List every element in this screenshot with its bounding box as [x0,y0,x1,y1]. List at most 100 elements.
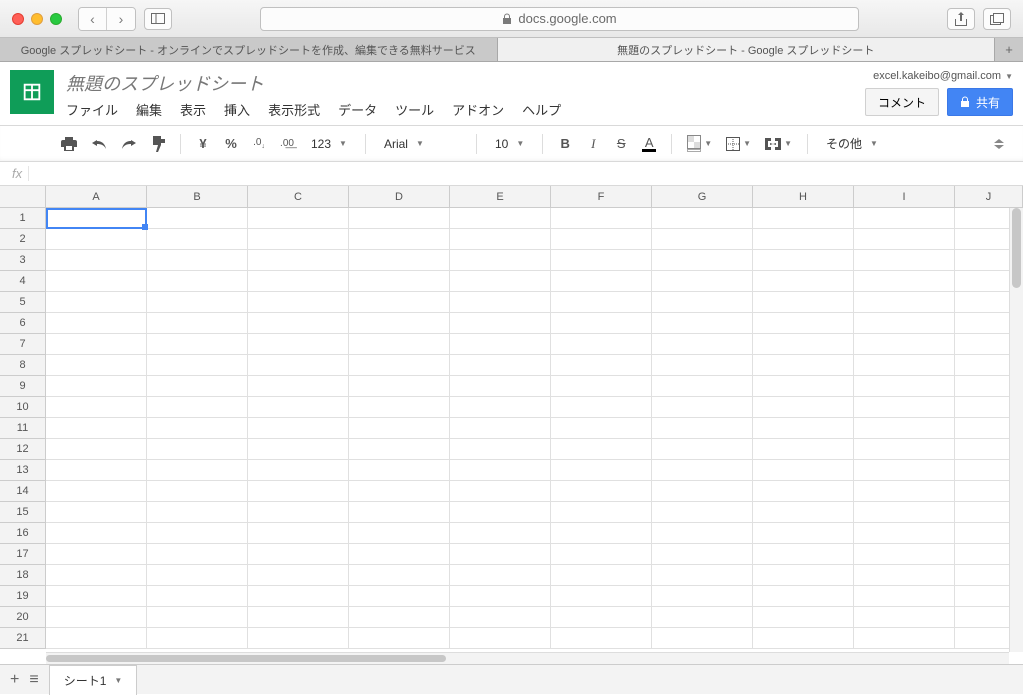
cell-G3[interactable] [652,250,753,271]
column-header-B[interactable]: B [147,186,248,207]
cell-E10[interactable] [450,397,551,418]
cell-I13[interactable] [854,460,955,481]
row-header-12[interactable]: 12 [0,439,46,460]
cell-E17[interactable] [450,544,551,565]
merge-cells-button[interactable]: ▼ [760,131,797,157]
cell-G7[interactable] [652,334,753,355]
new-tab-button[interactable]: + [995,38,1023,61]
cell-D13[interactable] [349,460,450,481]
redo-icon[interactable] [116,131,142,157]
cell-E1[interactable] [450,208,551,229]
cell-C19[interactable] [248,586,349,607]
forward-button[interactable]: › [107,8,135,30]
cell-C6[interactable] [248,313,349,334]
row-header-18[interactable]: 18 [0,565,46,586]
cell-I5[interactable] [854,292,955,313]
cell-F4[interactable] [551,271,652,292]
row-header-14[interactable]: 14 [0,481,46,502]
cell-B12[interactable] [147,439,248,460]
minimize-window-icon[interactable] [31,13,43,25]
cell-A11[interactable] [46,418,147,439]
italic-button[interactable]: I [581,131,605,157]
cell-F19[interactable] [551,586,652,607]
column-header-H[interactable]: H [753,186,854,207]
cell-D4[interactable] [349,271,450,292]
cell-B13[interactable] [147,460,248,481]
cell-E5[interactable] [450,292,551,313]
cell-D7[interactable] [349,334,450,355]
cell-G10[interactable] [652,397,753,418]
cell-E13[interactable] [450,460,551,481]
cell-B1[interactable] [147,208,248,229]
cell-A8[interactable] [46,355,147,376]
cell-C12[interactable] [248,439,349,460]
sheet-tab-1[interactable]: シート1 ▼ [49,665,138,695]
document-title[interactable]: 無題のスプレッドシート [66,70,865,96]
sidebar-toggle-icon[interactable] [144,8,172,30]
menu-tools[interactable]: ツール [395,100,434,119]
cell-A2[interactable] [46,229,147,250]
menu-file[interactable]: ファイル [66,100,118,119]
maximize-window-icon[interactable] [50,13,62,25]
cell-I19[interactable] [854,586,955,607]
cell-D14[interactable] [349,481,450,502]
cell-G11[interactable] [652,418,753,439]
cell-B17[interactable] [147,544,248,565]
cell-F16[interactable] [551,523,652,544]
cell-I15[interactable] [854,502,955,523]
cell-D11[interactable] [349,418,450,439]
menu-insert[interactable]: 挿入 [224,100,250,119]
cell-C17[interactable] [248,544,349,565]
cell-C3[interactable] [248,250,349,271]
cell-B8[interactable] [147,355,248,376]
cell-H15[interactable] [753,502,854,523]
cell-H6[interactable] [753,313,854,334]
cell-G9[interactable] [652,376,753,397]
cell-I9[interactable] [854,376,955,397]
cell-C5[interactable] [248,292,349,313]
cell-A15[interactable] [46,502,147,523]
cell-H1[interactable] [753,208,854,229]
column-header-D[interactable]: D [349,186,450,207]
address-bar[interactable]: docs.google.com [260,7,859,31]
cell-H20[interactable] [753,607,854,628]
cell-I14[interactable] [854,481,955,502]
cell-H7[interactable] [753,334,854,355]
cell-B6[interactable] [147,313,248,334]
cell-F10[interactable] [551,397,652,418]
cell-D12[interactable] [349,439,450,460]
other-dropdown[interactable]: その他▼ [818,131,886,157]
cell-A6[interactable] [46,313,147,334]
column-header-G[interactable]: G [652,186,753,207]
cell-D8[interactable] [349,355,450,376]
cell-G15[interactable] [652,502,753,523]
text-color-button[interactable]: A [637,131,661,157]
cell-C9[interactable] [248,376,349,397]
cell-H18[interactable] [753,565,854,586]
cell-D18[interactable] [349,565,450,586]
cell-C7[interactable] [248,334,349,355]
cell-G6[interactable] [652,313,753,334]
row-header-17[interactable]: 17 [0,544,46,565]
collapse-toolbar-icon[interactable] [987,131,1011,157]
tabs-browser-icon[interactable] [983,8,1011,30]
cell-F11[interactable] [551,418,652,439]
cell-D19[interactable] [349,586,450,607]
cell-I12[interactable] [854,439,955,460]
cell-A14[interactable] [46,481,147,502]
row-header-8[interactable]: 8 [0,355,46,376]
cell-B16[interactable] [147,523,248,544]
cell-I8[interactable] [854,355,955,376]
cell-H9[interactable] [753,376,854,397]
cell-H11[interactable] [753,418,854,439]
row-header-3[interactable]: 3 [0,250,46,271]
cell-G18[interactable] [652,565,753,586]
cell-E11[interactable] [450,418,551,439]
column-header-F[interactable]: F [551,186,652,207]
increase-decimal-button[interactable]: .0̲0̲ [275,131,299,157]
cell-G19[interactable] [652,586,753,607]
row-header-6[interactable]: 6 [0,313,46,334]
cell-F9[interactable] [551,376,652,397]
paint-format-icon[interactable] [146,131,170,157]
share-browser-icon[interactable] [947,8,975,30]
